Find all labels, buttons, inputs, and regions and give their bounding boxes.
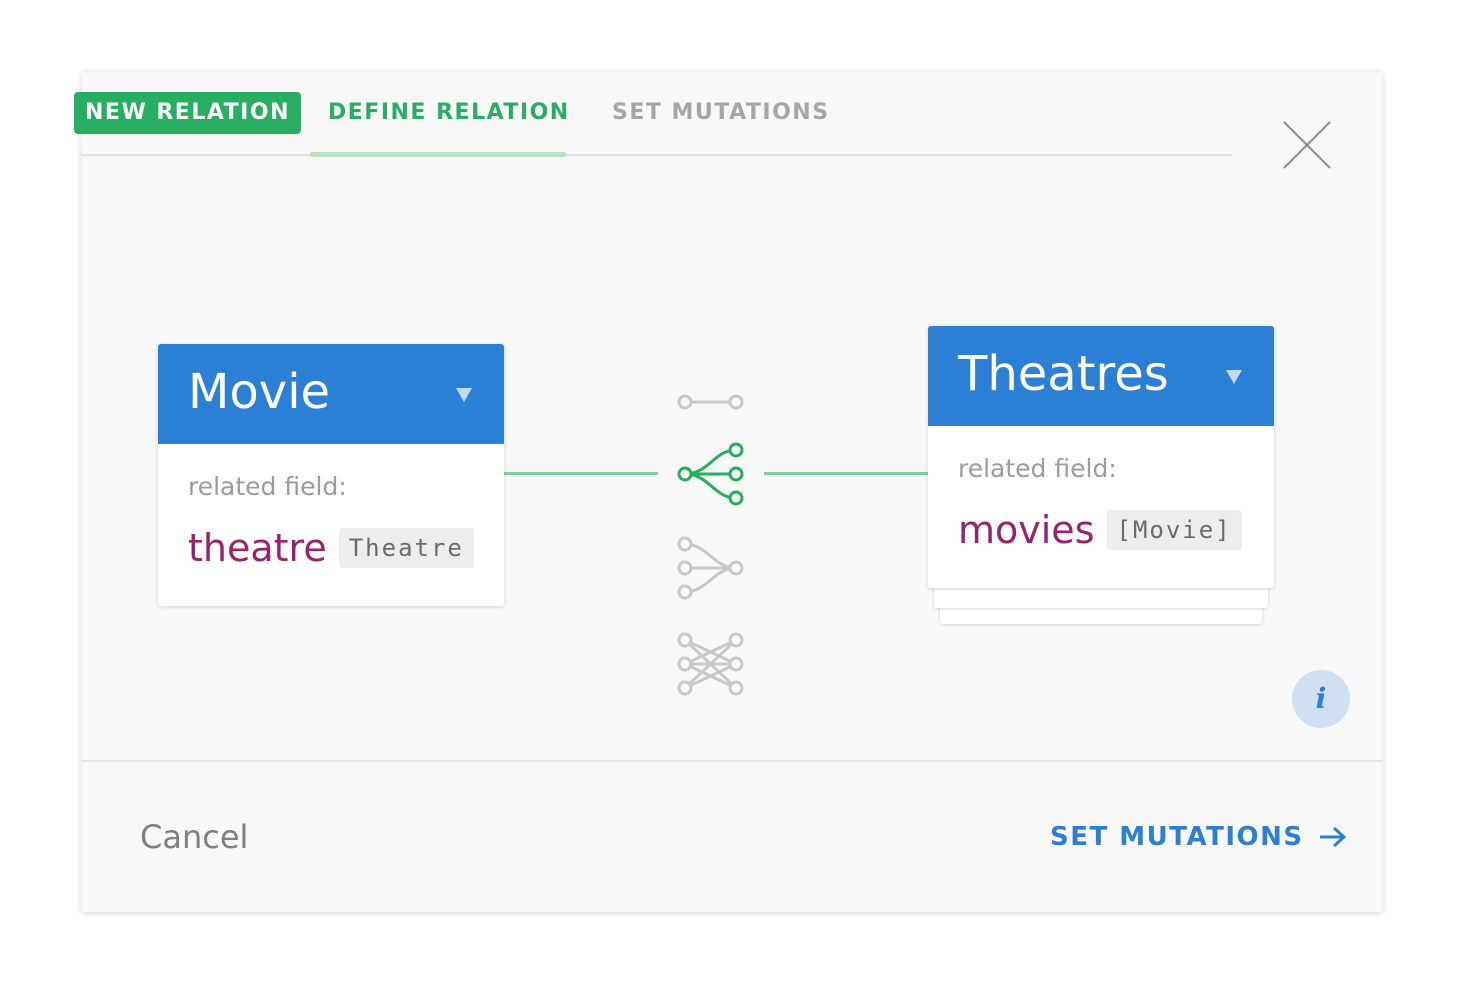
close-icon xyxy=(1283,121,1331,169)
cancel-button[interactable]: Cancel xyxy=(140,818,248,856)
set-mutations-button[interactable]: SET MUTATIONS xyxy=(1050,822,1348,852)
tabs-divider xyxy=(82,154,1232,156)
field-type: Theatre xyxy=(338,528,474,568)
right-related-field[interactable]: movies [Movie] xyxy=(958,508,1242,552)
footer-divider xyxy=(82,760,1382,762)
left-connector-line xyxy=(504,472,658,475)
right-model-selector[interactable]: Theatres xyxy=(928,326,1274,426)
dropdown-arrow-icon xyxy=(456,388,472,402)
active-tab-indicator xyxy=(310,152,566,157)
tab-define-relation[interactable]: DEFINE RELATION xyxy=(328,100,570,125)
field-name: movies xyxy=(958,508,1095,552)
related-field-label: related field: xyxy=(188,472,347,501)
right-model-card: Theatres related field: movies [Movie] xyxy=(928,326,1274,588)
one-to-many-icon[interactable] xyxy=(674,438,750,510)
left-model-selector[interactable]: Movie xyxy=(158,344,504,444)
new-relation-badge: NEW RELATION xyxy=(74,92,301,134)
arrow-right-icon xyxy=(1319,826,1346,848)
right-connector-line xyxy=(764,472,928,475)
field-type: [Movie] xyxy=(1106,510,1242,550)
many-to-many-icon[interactable] xyxy=(674,628,750,700)
right-model-name: Theatres xyxy=(958,346,1169,402)
one-to-one-icon[interactable] xyxy=(674,390,750,414)
set-mutations-label: SET MUTATIONS xyxy=(1050,822,1304,852)
info-icon[interactable]: i xyxy=(1292,670,1350,728)
left-related-field[interactable]: theatre Theatre xyxy=(188,526,474,570)
left-model-name: Movie xyxy=(188,364,331,420)
field-name: theatre xyxy=(188,526,327,570)
dropdown-arrow-icon xyxy=(1226,370,1242,384)
close-button[interactable] xyxy=(1276,114,1338,176)
tab-set-mutations[interactable]: SET MUTATIONS xyxy=(612,100,830,125)
left-model-card: Movie related field: theatre Theatre xyxy=(158,344,504,606)
many-to-one-icon[interactable] xyxy=(674,532,750,604)
related-field-label: related field: xyxy=(958,454,1117,483)
